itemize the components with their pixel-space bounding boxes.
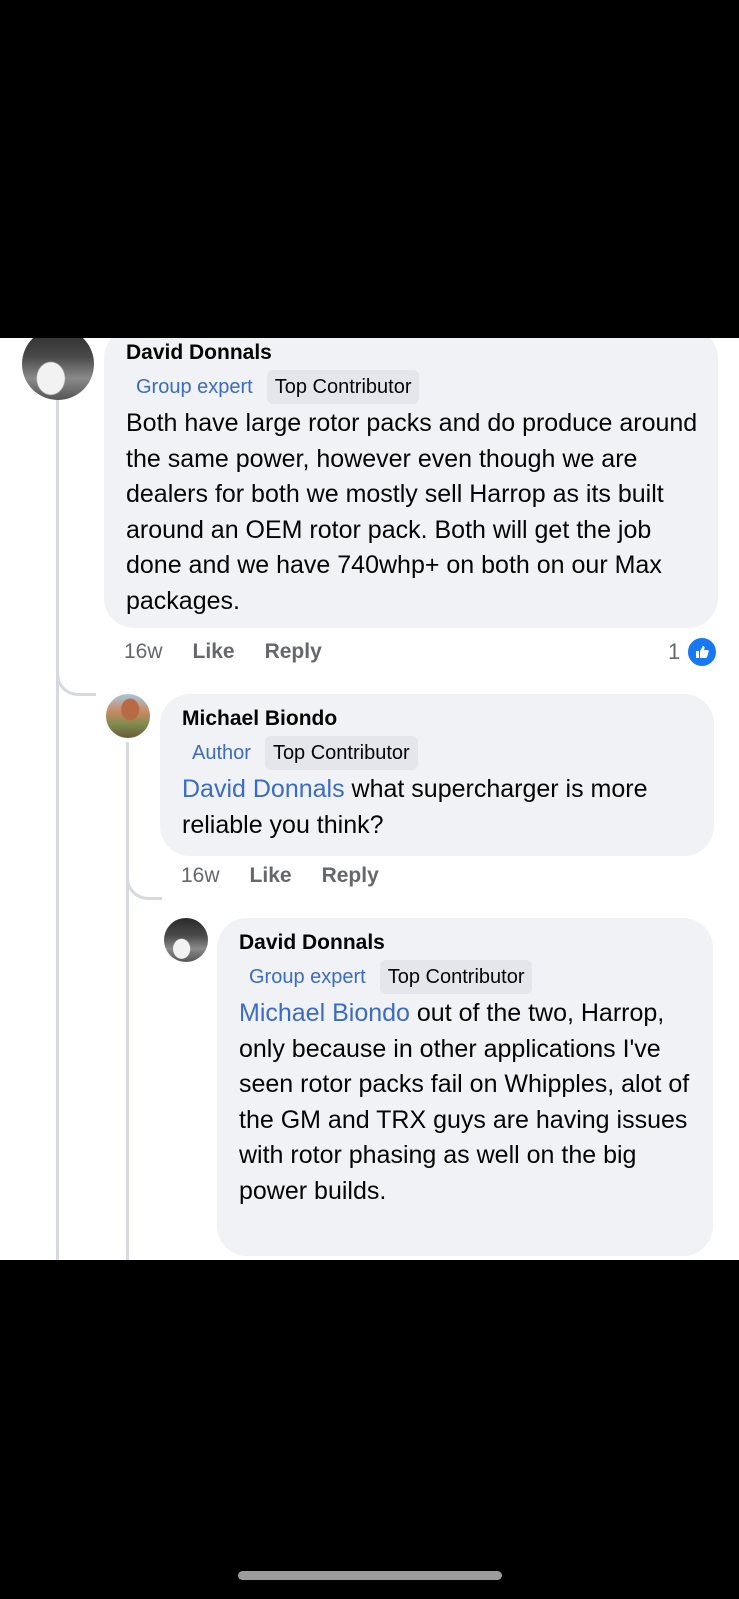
comment-time[interactable]: 16w — [181, 864, 220, 888]
reply-button[interactable]: Reply — [322, 864, 379, 888]
top-contributor-badge[interactable]: Top Contributor — [264, 736, 418, 770]
comment-bubble: David Donnals Group expert Top Contribut… — [104, 338, 718, 628]
mention-link[interactable]: Michael Biondo — [239, 999, 410, 1027]
comment-text: Both have large rotor packs and do produ… — [126, 409, 698, 615]
comment-author[interactable]: Michael Biondo — [182, 704, 694, 734]
comment-actions: 16w Like Reply — [181, 864, 379, 888]
comment-time[interactable]: 16w — [124, 640, 163, 664]
thread-connector-reply1 — [56, 656, 96, 696]
like-button[interactable]: Like — [250, 864, 292, 888]
thread-line-level2 — [126, 742, 129, 1260]
badge-row: Author Top Contributor — [186, 736, 694, 770]
thread-line-level1 — [56, 400, 59, 1260]
reaction-count: 1 — [668, 639, 681, 664]
thumbs-up-icon — [686, 636, 719, 668]
home-indicator[interactable] — [238, 1571, 502, 1580]
badge-row: Group expert Top Contributor — [130, 370, 698, 404]
comment-text-body: out of the two, Harrop, only because in … — [239, 999, 690, 1205]
comment-author[interactable]: David Donnals — [126, 338, 698, 368]
top-contributor-badge[interactable]: Top Contributor — [266, 370, 420, 404]
comment-bubble: Michael Biondo Author Top Contributor Da… — [160, 694, 714, 856]
author-badge[interactable]: Author — [186, 736, 257, 770]
avatar[interactable] — [164, 918, 208, 962]
comment-text: Michael Biondo out of the two, Harrop, o… — [239, 996, 693, 1209]
group-expert-badge[interactable]: Group expert — [243, 960, 372, 994]
like-button[interactable]: Like — [193, 640, 235, 664]
top-contributor-badge[interactable]: Top Contributor — [379, 960, 533, 994]
reaction-summary[interactable]: 1 — [668, 636, 719, 668]
comment-actions: 16w Like Reply — [124, 640, 322, 664]
comment-bubble: David Donnals Group expert Top Contribut… — [217, 918, 713, 1256]
comment-text: David Donnals what supercharger is more … — [182, 772, 694, 843]
badge-row: Group expert Top Contributor — [243, 960, 693, 994]
thread-connector-reply2 — [126, 858, 162, 900]
comment-author[interactable]: David Donnals — [239, 928, 693, 958]
avatar[interactable] — [22, 338, 94, 400]
reply-button[interactable]: Reply — [265, 640, 322, 664]
mention-link[interactable]: David Donnals — [182, 775, 345, 803]
comment-thread: David Donnals Group expert Top Contribut… — [0, 338, 739, 1260]
group-expert-badge[interactable]: Group expert — [130, 370, 259, 404]
avatar[interactable] — [106, 694, 150, 738]
